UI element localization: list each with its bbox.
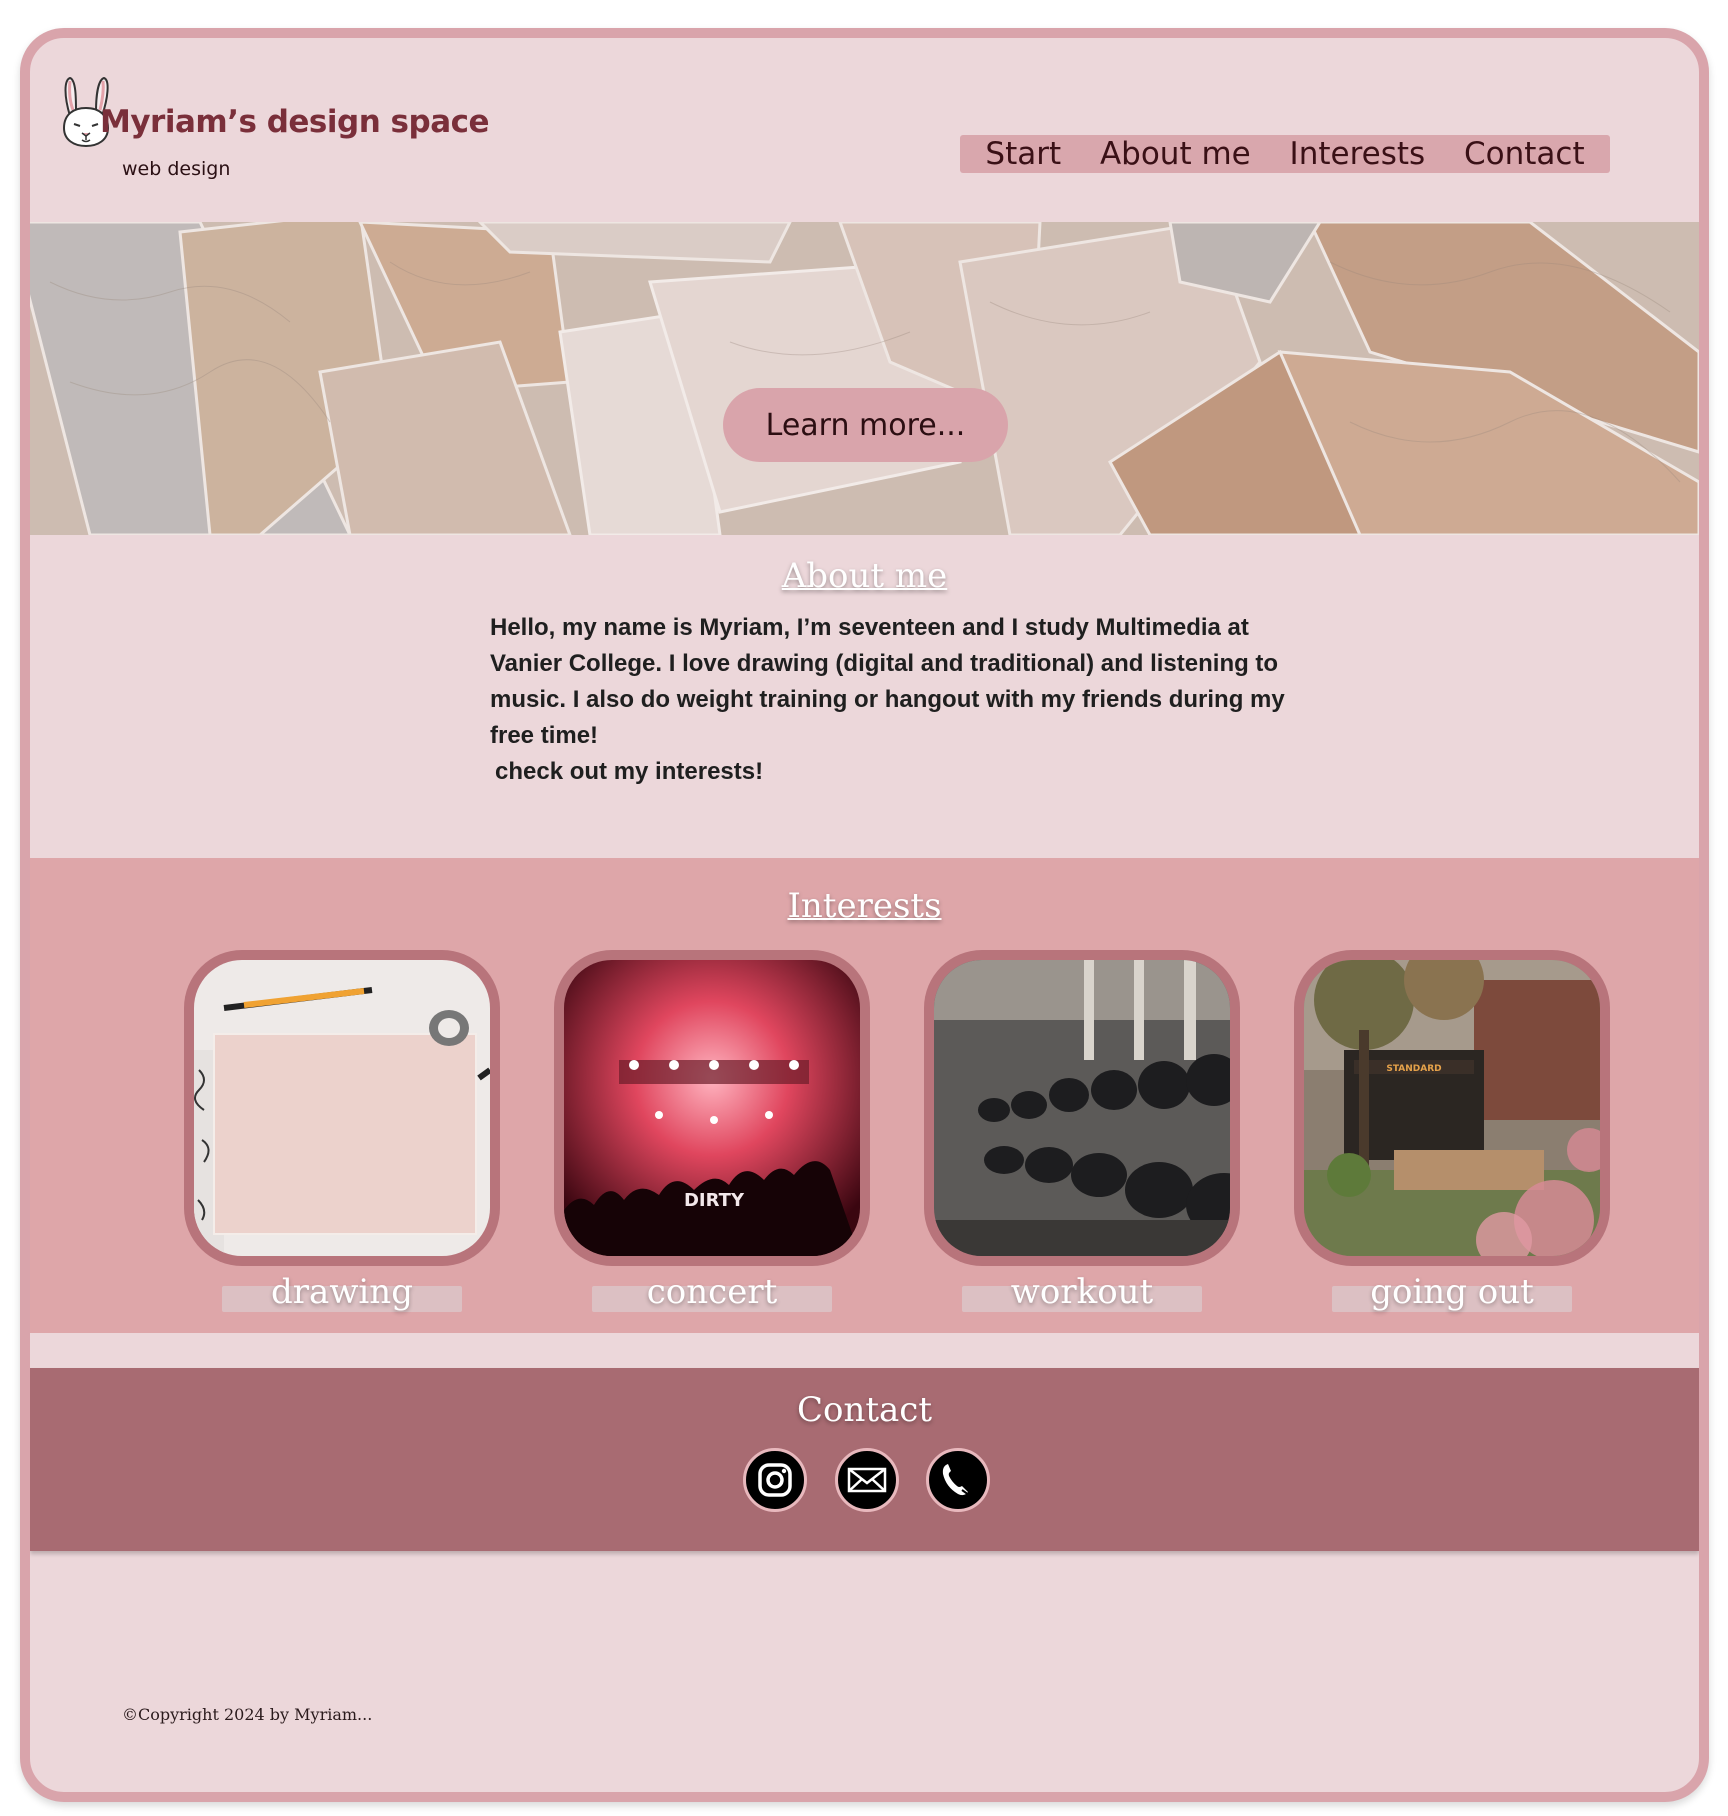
- nav-about-me[interactable]: About me: [1100, 136, 1251, 172]
- contact-section: Contact: [30, 1368, 1699, 1551]
- svg-text:DIRTY: DIRTY: [684, 1190, 745, 1211]
- about-cta: check out my interests!: [495, 758, 764, 785]
- learn-more-button[interactable]: Learn more...: [723, 388, 1008, 462]
- interest-label-concert: concert: [592, 1272, 832, 1312]
- phone-icon[interactable]: [926, 1448, 990, 1512]
- interest-card-workout[interactable]: workout: [924, 950, 1240, 1312]
- svg-text:STANDARD: STANDARD: [1386, 1064, 1441, 1074]
- main-nav: Start About me Interests Contact: [960, 135, 1610, 173]
- interest-label-workout: workout: [962, 1272, 1202, 1312]
- concert-stage-photo: DIRTY: [564, 960, 860, 1256]
- site-title: Myriam’s design space: [100, 104, 490, 140]
- interest-label-going-out: going out: [1332, 1272, 1572, 1312]
- interest-card-concert[interactable]: DIRTY concert: [554, 950, 870, 1312]
- page-frame: Myriam’s design space web design Start A…: [20, 28, 1709, 1802]
- dumbbell-rack-photo: [934, 960, 1230, 1256]
- nav-contact[interactable]: Contact: [1464, 136, 1585, 172]
- interest-card-drawing[interactable]: drawing: [184, 950, 500, 1312]
- interests-section: Interests drawing DIRTY concert workout …: [30, 858, 1699, 1333]
- hero-banner: Learn more...: [30, 222, 1699, 535]
- site-subtitle: web design: [122, 158, 231, 180]
- mail-icon[interactable]: [835, 1448, 899, 1512]
- about-text: Hello, my name is Myriam, I’m seventeen …: [490, 610, 1310, 790]
- drawing-desk-photo: [194, 960, 490, 1256]
- nav-start[interactable]: Start: [985, 136, 1061, 172]
- about-paragraph: Hello, my name is Myriam, I’m seventeen …: [490, 614, 1285, 749]
- about-title: About me: [781, 556, 948, 596]
- interests-title: Interests: [787, 886, 942, 926]
- copyright-text: ©Copyright 2024 by Myriam...: [122, 1705, 373, 1724]
- contact-title: Contact: [796, 1390, 933, 1430]
- instagram-icon[interactable]: [743, 1448, 807, 1512]
- street-cafe-photo: STANDARD: [1304, 960, 1600, 1256]
- interest-card-going-out[interactable]: STANDARD going out: [1294, 950, 1610, 1312]
- maps-background-image: [30, 222, 1699, 535]
- nav-interests[interactable]: Interests: [1290, 136, 1426, 172]
- interest-label-drawing: drawing: [222, 1272, 462, 1312]
